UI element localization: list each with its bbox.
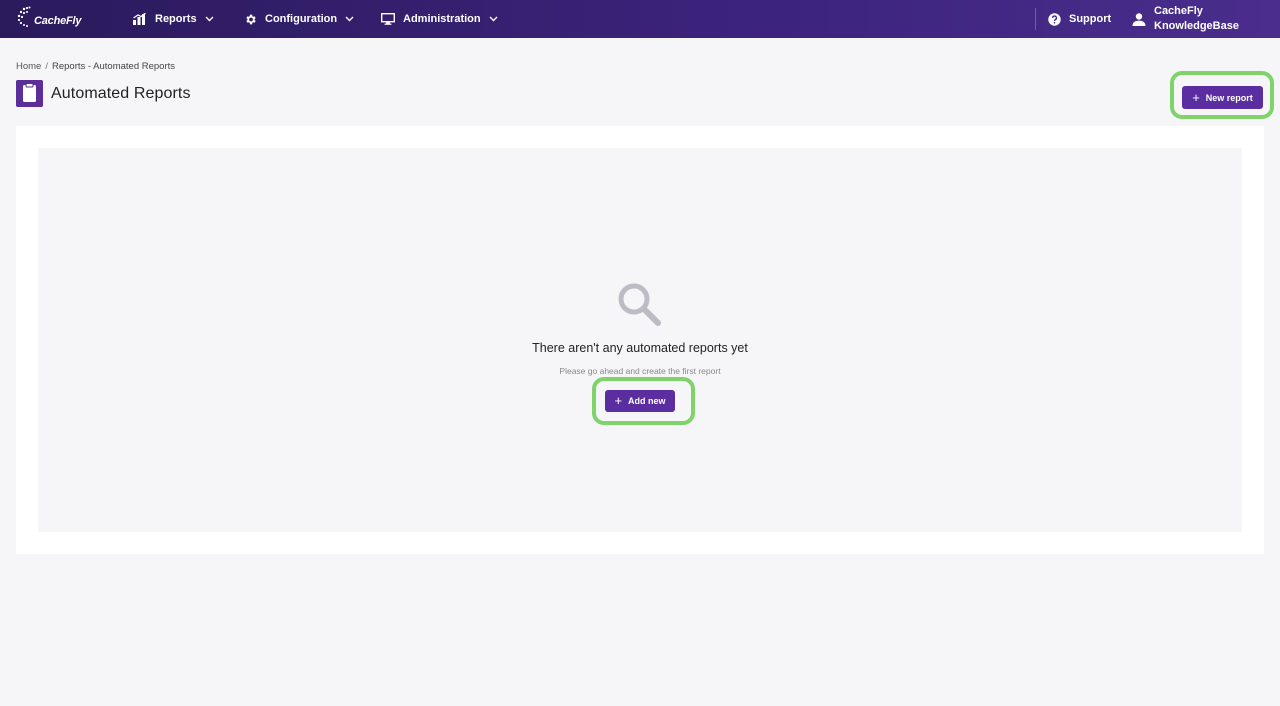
chevron-down-icon — [489, 16, 498, 22]
chevron-down-icon — [205, 16, 214, 22]
new-report-label: New report — [1205, 92, 1253, 103]
chevron-down-icon — [345, 16, 354, 22]
user-name: CacheFly KnowledgeBase — [1154, 4, 1239, 34]
nav-support[interactable]: Support — [1048, 0, 1111, 38]
empty-state-subtitle: Please go ahead and create the first rep… — [559, 366, 721, 376]
monitor-icon — [381, 13, 395, 25]
gear-icon — [246, 14, 256, 24]
search-icon — [618, 283, 661, 326]
user-name-line2: KnowledgeBase — [1154, 20, 1239, 32]
breadcrumb: Home / Reports - Automated Reports — [16, 61, 175, 72]
cachefly-logo[interactable]: CacheFly — [16, 5, 82, 31]
plus-icon: + — [1192, 89, 1200, 105]
nav-configuration[interactable]: Configuration — [244, 0, 354, 38]
add-new-button[interactable]: + Add new — [605, 390, 675, 412]
nav-user-menu[interactable]: CacheFly KnowledgeBase — [1132, 0, 1239, 38]
nav-support-label: Support — [1069, 13, 1112, 25]
nav-administration[interactable]: Administration — [381, 0, 498, 38]
breadcrumb-separator: / — [45, 61, 48, 72]
cachefly-logo-icon — [17, 6, 31, 27]
page-header: Automated Reports — [16, 80, 191, 107]
user-icon — [1132, 12, 1146, 26]
nav-divider — [1035, 8, 1036, 30]
nav-administration-label: Administration — [403, 13, 481, 25]
bar-chart-icon — [133, 13, 146, 25]
add-new-label: Add new — [628, 396, 666, 406]
logo-text: CacheFly — [34, 15, 82, 27]
clipboard-icon — [16, 80, 43, 107]
question-circle-icon — [1048, 12, 1061, 26]
empty-state-panel — [38, 148, 1242, 532]
user-name-line1: CacheFly — [1154, 5, 1203, 17]
breadcrumb-current: Reports - Automated Reports — [51, 61, 176, 72]
top-navigation-bar: CacheFly Reports Configuration Administr… — [0, 0, 1280, 38]
breadcrumb-home[interactable]: Home — [16, 61, 41, 72]
nav-reports[interactable]: Reports — [133, 0, 214, 38]
plus-icon: + — [614, 393, 623, 408]
nav-reports-label: Reports — [155, 13, 197, 25]
empty-state-title: There aren't any automated reports yet — [532, 341, 748, 355]
nav-configuration-label: Configuration — [265, 13, 338, 25]
new-report-button[interactable]: + New report — [1182, 86, 1263, 109]
page-title: Automated Reports — [51, 84, 191, 102]
